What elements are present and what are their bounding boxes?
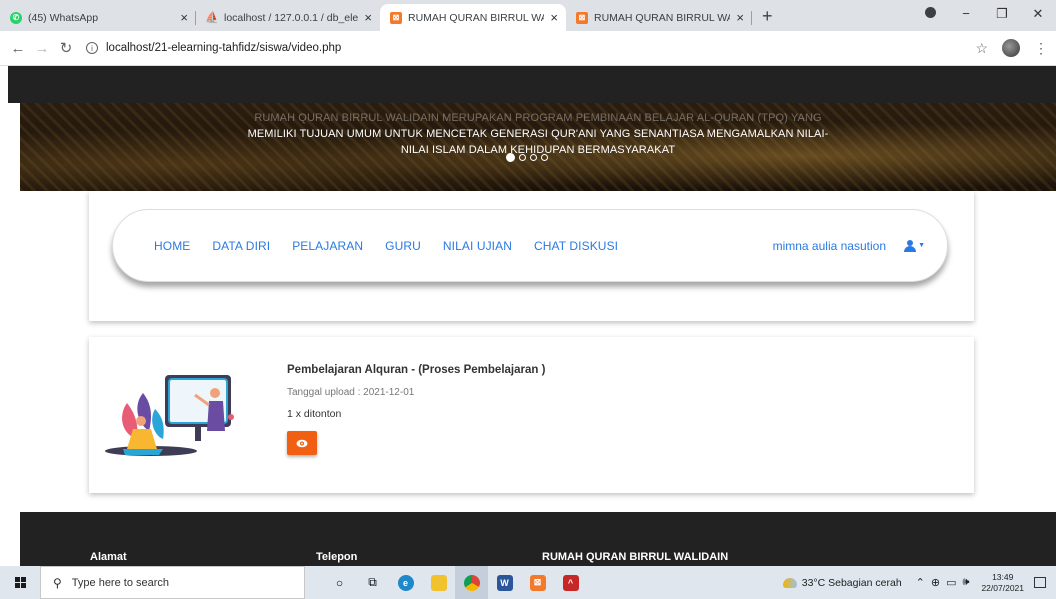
footer-heading-alamat: Alamat <box>90 551 127 563</box>
browser-tab-strip: ✆ (45) WhatsApp × ⛵ localhost / 127.0.0.… <box>0 0 1056 31</box>
user-icon <box>904 239 917 252</box>
main-navbar: HOME DATA DIRI PELAJARAN GURU NILAI UJIA… <box>112 209 948 282</box>
nav-nilai-ujian[interactable]: NILAI UJIAN <box>443 239 512 253</box>
display-icon[interactable]: ▭ <box>946 576 956 589</box>
carousel-dot[interactable] <box>530 154 537 161</box>
tab-phpmyadmin[interactable]: ⛵ localhost / 127.0.0.1 / db_elearni × <box>196 4 380 31</box>
info-icon[interactable]: i <box>86 42 98 54</box>
new-tab-button[interactable]: + <box>762 6 773 27</box>
footer-heading-telepon: Telepon <box>316 551 358 563</box>
windows-logo-icon <box>14 577 26 588</box>
network-icon[interactable]: ⊕ <box>931 576 940 589</box>
back-arrow-icon[interactable]: ← <box>6 40 30 57</box>
restore-button[interactable]: ❐ <box>984 6 1020 22</box>
navigation-card: HOME DATA DIRI PELAJARAN GURU NILAI UJIA… <box>89 191 974 321</box>
site-top-bar <box>8 66 1056 103</box>
close-icon[interactable]: × <box>364 10 372 25</box>
page-viewport: RUMAH QURAN BIRRUL WALIDAIN MERUPAKAN PR… <box>0 66 1056 566</box>
clock-time: 13:49 <box>992 571 1014 582</box>
edge-icon[interactable]: e <box>389 566 422 599</box>
xampp-icon[interactable]: ⊠ <box>521 566 554 599</box>
notification-icon[interactable] <box>1034 577 1046 588</box>
whatsapp-icon: ✆ <box>10 11 22 24</box>
profile-dot-icon[interactable] <box>912 6 948 21</box>
learning-illustration <box>105 375 234 456</box>
close-icon[interactable]: × <box>550 10 558 25</box>
nav-pelajaran[interactable]: PELAJARAN <box>292 239 363 253</box>
profile-avatar[interactable] <box>1002 39 1020 57</box>
tab-whatsapp[interactable]: ✆ (45) WhatsApp × <box>0 4 196 31</box>
tab-rumah-quran-active[interactable]: ⊠ RUMAH QURAN BIRRUL WALIDA × <box>380 4 566 31</box>
url-text: localhost/21-elearning-tahfidz/siswa/vid… <box>106 42 342 54</box>
file-explorer-icon[interactable] <box>422 566 455 599</box>
search-icon: ⚲ <box>53 575 62 590</box>
bookmark-star-icon[interactable]: ☆ <box>975 40 988 57</box>
system-clock[interactable]: 13:49 22/07/2021 <box>981 572 1024 594</box>
system-tray: 33°C Sebagian cerah ⌃ ⊕ ▭ 🕪 13:49 22/07/… <box>782 566 1056 599</box>
hero-carousel: RUMAH QURAN BIRRUL WALIDAIN MERUPAKAN PR… <box>20 103 1056 191</box>
window-controls: − ❐ ✕ <box>912 0 1056 27</box>
address-bar: ← → ↻ i localhost/21-elearning-tahfidz/s… <box>0 31 1056 66</box>
taskbar-apps: ○ ⧉ e W ⊠ ^ <box>323 566 587 599</box>
menu-kebab-icon[interactable]: ⋮ <box>1034 40 1048 57</box>
start-button[interactable] <box>0 577 40 588</box>
url-field[interactable]: i localhost/21-elearning-tahfidz/siswa/v… <box>86 37 341 59</box>
hero-caption-line-faded: RUMAH QURAN BIRRUL WALIDAIN MERUPAKAN PR… <box>254 112 822 124</box>
app-icon[interactable]: ^ <box>554 566 587 599</box>
word-icon[interactable]: W <box>488 566 521 599</box>
close-icon[interactable]: × <box>736 10 744 25</box>
nav-guru[interactable]: GURU <box>385 239 421 253</box>
video-card: Pembelajaran Alquran - (Proses Pembelaja… <box>89 337 974 493</box>
minimize-button[interactable]: − <box>948 6 984 21</box>
footer-heading-site-name: RUMAH QURAN BIRRUL WALIDAIN <box>542 551 729 563</box>
tab-title: localhost / 127.0.0.1 / db_elearni <box>224 11 359 24</box>
video-view-count: 1 x ditonton <box>287 408 342 420</box>
taskbar-search-box[interactable]: ⚲ Type here to search <box>40 566 305 599</box>
carousel-indicators <box>506 153 548 162</box>
hero-caption: RUMAH QURAN BIRRUL WALIDAIN MERUPAKAN PR… <box>20 110 1056 158</box>
tab-rumah-quran[interactable]: ⊠ RUMAH QURAN BIRRUL WALIDA × <box>566 4 752 31</box>
user-dropdown-toggle[interactable]: ▼ <box>904 239 925 252</box>
forward-arrow-icon[interactable]: → <box>30 40 54 57</box>
site-icon: ⊠ <box>390 11 402 24</box>
task-view-icon[interactable]: ⧉ <box>356 566 389 599</box>
video-title[interactable]: Pembelajaran Alquran - (Proses Pembelaja… <box>287 364 545 376</box>
hero-caption-line-1: MEMILIKI TUJUAN UMUM UNTUK MENCETAK GENE… <box>247 128 829 140</box>
volume-icon[interactable]: 🕪 <box>963 576 970 589</box>
video-upload-date: Tanggal upload : 2021-12-01 <box>287 387 415 398</box>
carousel-dot[interactable] <box>541 154 548 161</box>
tab-title: RUMAH QURAN BIRRUL WALIDA <box>594 11 731 24</box>
weather-widget[interactable]: 33°C Sebagian cerah <box>782 576 902 589</box>
chevron-up-icon[interactable]: ⌃ <box>916 576 925 589</box>
weather-icon <box>782 577 797 588</box>
carousel-dot[interactable] <box>506 153 515 162</box>
tab-separator <box>751 11 752 25</box>
search-placeholder: Type here to search <box>71 576 170 589</box>
phpmyadmin-icon: ⛵ <box>205 12 219 24</box>
cortana-icon[interactable]: ○ <box>323 566 356 599</box>
site-footer: Alamat Telepon RUMAH QURAN BIRRUL WALIDA… <box>20 512 1056 566</box>
eye-icon <box>296 439 308 447</box>
nav-data-diri[interactable]: DATA DIRI <box>212 239 270 253</box>
weather-text: 33°C Sebagian cerah <box>801 576 902 589</box>
windows-taskbar: ⚲ Type here to search ○ ⧉ e W ⊠ ^ 33°C S… <box>0 566 1056 599</box>
close-window-button[interactable]: ✕ <box>1020 6 1056 22</box>
site-icon: ⊠ <box>576 11 588 24</box>
reload-icon[interactable]: ↻ <box>54 39 78 57</box>
nav-menu: HOME DATA DIRI PELAJARAN GURU NILAI UJIA… <box>154 239 640 253</box>
close-icon[interactable]: × <box>180 10 188 25</box>
tab-title: (45) WhatsApp <box>28 11 99 24</box>
nav-chat-diskusi[interactable]: CHAT DISKUSI <box>534 239 618 253</box>
caret-down-icon: ▼ <box>918 242 925 249</box>
address-bar-actions: ☆ ⋮ <box>975 39 1048 57</box>
user-name[interactable]: mimna aulia nasution <box>773 239 886 253</box>
chrome-icon[interactable] <box>455 566 488 599</box>
nav-home[interactable]: HOME <box>154 239 190 253</box>
carousel-dot[interactable] <box>519 154 526 161</box>
watch-video-button[interactable] <box>287 431 317 455</box>
tab-title: RUMAH QURAN BIRRUL WALIDA <box>408 11 545 24</box>
clock-date: 22/07/2021 <box>981 582 1024 593</box>
